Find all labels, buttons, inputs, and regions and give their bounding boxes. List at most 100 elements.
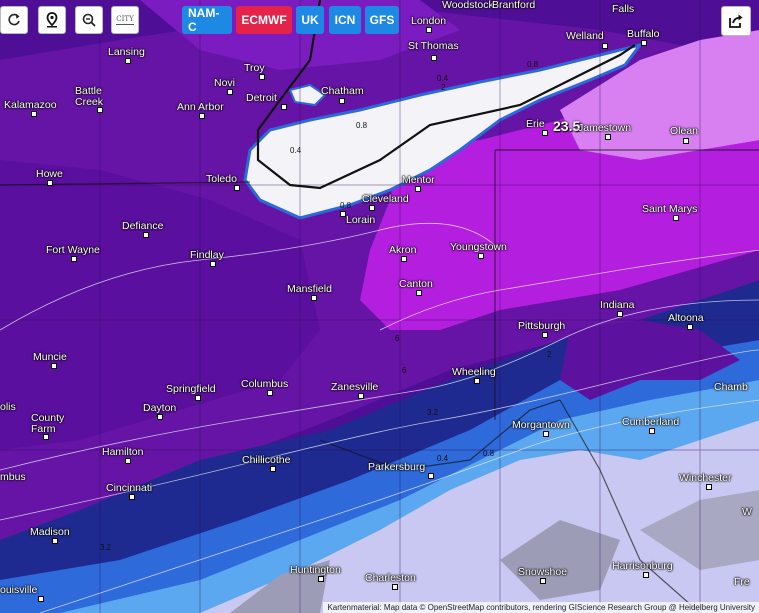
refresh-button[interactable] bbox=[0, 6, 28, 34]
city-label: Columbus bbox=[241, 378, 289, 390]
city-label: Chillicothe bbox=[242, 454, 291, 466]
city-label: Springfield bbox=[166, 383, 216, 395]
city-label: Findlay bbox=[190, 249, 224, 261]
contour-label: 3.2 bbox=[100, 543, 112, 552]
city-marker bbox=[478, 253, 484, 259]
city-marker bbox=[31, 111, 37, 117]
city-marker bbox=[259, 74, 265, 80]
city-marker bbox=[270, 466, 276, 472]
city-label: Defiance bbox=[122, 220, 164, 232]
city-label: Mentor bbox=[402, 174, 435, 186]
city-label: Erie bbox=[526, 118, 545, 130]
city-label: Hamilton bbox=[102, 446, 144, 458]
city-label: Brantford bbox=[492, 0, 536, 11]
contour-label: 0.8 bbox=[527, 60, 539, 69]
contour-label: 0.8 bbox=[356, 121, 368, 130]
city-marker bbox=[641, 40, 647, 46]
zoom-out-button[interactable] bbox=[75, 6, 103, 34]
city-label: Toledo bbox=[206, 173, 237, 185]
snowfall-map[interactable]: 0.4 0.8 0.8 2 0.8 0.4 3.2 2 0.4 0.8 3.2 … bbox=[0, 0, 759, 613]
city-marker bbox=[431, 55, 437, 61]
city-marker bbox=[281, 104, 287, 110]
city-label: Morgantown bbox=[512, 419, 570, 431]
city-marker bbox=[47, 180, 53, 186]
map-pin-icon bbox=[46, 12, 58, 28]
city-marker bbox=[199, 113, 205, 119]
model-button-icn[interactable]: ICN bbox=[329, 6, 361, 34]
city-label: Youngstown bbox=[450, 241, 507, 253]
city-label: Snowshoe bbox=[518, 566, 568, 578]
city-marker bbox=[369, 205, 375, 211]
city-marker bbox=[125, 458, 131, 464]
contour-label: 2 bbox=[547, 350, 552, 359]
city-marker bbox=[415, 186, 421, 192]
model-button-ecmwf[interactable]: ECMWF bbox=[236, 6, 292, 34]
city-label: Cleveland bbox=[362, 193, 409, 205]
city-label: Huntington bbox=[290, 564, 341, 576]
city-label: Akron bbox=[389, 244, 417, 256]
city-label: Chatham bbox=[321, 85, 364, 97]
city-marker bbox=[392, 584, 398, 590]
city-marker bbox=[602, 43, 608, 49]
contour-label: 0.4 bbox=[290, 146, 302, 155]
city-label: Fre bbox=[734, 576, 750, 588]
share-icon bbox=[729, 14, 743, 28]
city-marker bbox=[543, 431, 549, 437]
city-marker bbox=[540, 578, 546, 584]
city-marker bbox=[143, 232, 149, 238]
city-marker bbox=[43, 434, 49, 440]
city-label: Altoona bbox=[668, 312, 704, 324]
city-label: Battle Creek bbox=[75, 85, 104, 108]
city-label: Chamb bbox=[714, 381, 748, 393]
city-label: Charleston bbox=[365, 572, 416, 584]
city-label: Novi bbox=[214, 77, 236, 89]
contour-label: 0.4 bbox=[437, 454, 449, 463]
contour-label: 2 bbox=[441, 83, 446, 92]
city-label: Cumberland bbox=[622, 416, 680, 428]
city-marker bbox=[605, 134, 611, 140]
city-label: Dayton bbox=[143, 402, 177, 414]
city-marker bbox=[234, 185, 240, 191]
city-label: County Farm bbox=[31, 412, 65, 435]
city-label: Indiana bbox=[600, 299, 635, 311]
max-snowfall-label: 23.5 bbox=[553, 118, 581, 134]
city-label: Winchester bbox=[679, 472, 732, 484]
city-marker bbox=[416, 290, 422, 296]
model-button-uk[interactable]: UK bbox=[296, 6, 324, 34]
city-marker bbox=[71, 256, 77, 262]
city-label: London bbox=[411, 15, 447, 27]
city-marker bbox=[129, 494, 135, 500]
city-label: Harrisonburg bbox=[612, 560, 673, 572]
city-label: Zanesville bbox=[331, 381, 379, 393]
contour-label: 6 bbox=[402, 366, 407, 375]
city-label: Kalamazoo bbox=[4, 99, 57, 111]
city-marker bbox=[426, 27, 432, 33]
city-label: Cincinnati bbox=[106, 482, 153, 494]
city-label: Fort Wayne bbox=[46, 244, 100, 256]
city-marker bbox=[401, 256, 407, 262]
city-marker bbox=[542, 130, 548, 136]
city-marker bbox=[97, 107, 103, 113]
share-button[interactable] bbox=[721, 6, 751, 36]
city-label: olis bbox=[0, 401, 16, 413]
model-button-gfs[interactable]: GFS bbox=[365, 6, 399, 34]
city-marker bbox=[318, 576, 324, 582]
city-marker bbox=[195, 395, 201, 401]
location-button[interactable] bbox=[38, 6, 66, 34]
city-label: Saint Marys bbox=[642, 203, 698, 215]
city-label: Olean bbox=[670, 125, 699, 137]
model-button-nam-c[interactable]: NAM-C bbox=[182, 6, 232, 34]
city-label: Jamestown bbox=[578, 122, 632, 134]
city-marker bbox=[311, 295, 317, 301]
contour-label: 3.2 bbox=[427, 408, 439, 417]
zoom-out-icon bbox=[82, 13, 96, 27]
city-marker bbox=[38, 596, 44, 602]
city-label: W bbox=[742, 506, 752, 518]
city-marker bbox=[210, 261, 216, 267]
city-marker bbox=[649, 428, 655, 434]
contour-label: 0.8 bbox=[340, 201, 352, 210]
city-label: Welland bbox=[566, 30, 604, 42]
city-toggle-button[interactable]: CITY bbox=[111, 6, 139, 34]
city-marker bbox=[125, 58, 131, 64]
city-label: Howe bbox=[36, 168, 63, 180]
